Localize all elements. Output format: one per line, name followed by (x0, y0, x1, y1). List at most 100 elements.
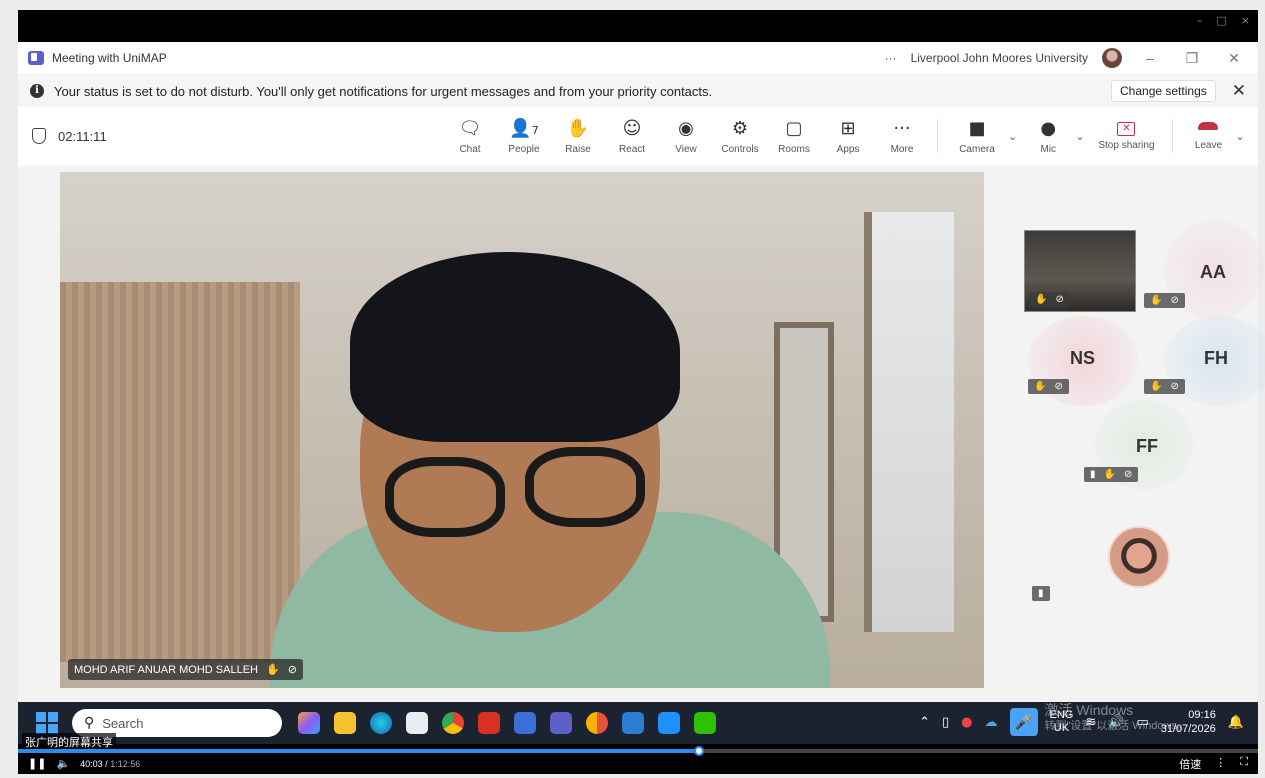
player-window-controls: – □ × (1197, 14, 1250, 27)
more-icon: ··· (893, 117, 911, 139)
background-curtain (60, 282, 300, 662)
notification-bell-icon[interactable]: 🔔 (1228, 715, 1244, 730)
windows-start-icon[interactable] (36, 712, 58, 734)
chart-app-icon[interactable] (586, 712, 608, 734)
edge-icon[interactable] (370, 712, 392, 734)
windows-taskbar: ⚲ Search 激活 Windows 转到"设置"以激活 Windows。 ⌃… (18, 702, 1258, 744)
teams-titlebar: Meeting with UniMAP ··· Liverpool John M… (18, 42, 1258, 75)
wifi-icon[interactable]: ≋ (1085, 715, 1096, 730)
copilot-icon[interactable] (298, 712, 320, 734)
speaker-name: MOHD ARIF ANUAR MOHD SALLEH (74, 663, 258, 676)
volume-icon[interactable]: 🔈 (56, 757, 70, 770)
people-icon: 👤7 (509, 117, 539, 139)
view-button[interactable]: ◉ View (659, 107, 713, 165)
titlebar-right: ··· Liverpool John Moores University – ❐… (885, 48, 1248, 68)
participant-tile-aa[interactable]: AA ✋ ⊘ (1144, 220, 1264, 320)
people-button[interactable]: 👤7 People (497, 107, 551, 165)
apps-button[interactable]: ⊞ Apps (821, 107, 875, 165)
view-icon: ◉ (678, 117, 694, 139)
mic-options-chevron-icon[interactable]: ⌄ (1075, 130, 1084, 143)
controls-icon: ⚙ (731, 117, 749, 139)
rooms-button[interactable]: ▢ Rooms (767, 107, 821, 165)
raise-hand-button[interactable]: ✋ Raise (551, 107, 605, 165)
app-icon[interactable] (514, 712, 536, 734)
stop-sharing-button[interactable]: ✕ Stop sharing (1088, 107, 1164, 165)
teams-icon[interactable] (550, 712, 572, 734)
playback-time: 40:03 / 1:12:56 (80, 758, 141, 769)
usb-icon[interactable]: ▯ (942, 715, 949, 730)
mic-muted-icon: ⊘ (1170, 381, 1179, 392)
file-explorer-icon[interactable] (334, 712, 356, 734)
hand-icon: ✋ (1035, 294, 1048, 305)
participant-photo-avatar[interactable] (1108, 526, 1170, 588)
mic-tray-icon[interactable]: 🎤 (1009, 708, 1038, 736)
mic-button[interactable]: ● Mic (1021, 107, 1075, 165)
acrobat-icon[interactable] (478, 712, 500, 734)
hand-icon: ✋ (1034, 381, 1047, 392)
meeting-stage: MOHD ARIF ANUAR MOHD SALLEH ✋ ⊘ ✋ ⊘ AA ✋… (18, 166, 1265, 702)
participant-initials: NS (1070, 348, 1096, 368)
raise-hand-icon: ✋ (566, 117, 590, 139)
leave-options-chevron-icon[interactable]: ⌄ (1235, 130, 1244, 143)
info-icon: i (30, 84, 44, 98)
app-tray-icon[interactable]: ● (961, 715, 972, 730)
change-settings-button[interactable]: Change settings (1111, 80, 1216, 102)
camera-off-icon: ■ (968, 117, 986, 139)
volume-icon[interactable]: 🔊 (1108, 715, 1124, 730)
stop-sharing-icon: ✕ (1117, 121, 1136, 136)
meeting-toolbar: 02:11:11 🗨 Chat 👤7 People ✋ Raise ☺ Reac… (18, 107, 1258, 165)
speed-button[interactable]: 倍速 (1179, 756, 1201, 772)
leave-button[interactable]: Leave (1181, 107, 1235, 165)
hand-icon: ✋ (1103, 469, 1116, 480)
more-options-icon[interactable]: ··· (885, 51, 897, 65)
teams-logo-icon (28, 51, 44, 65)
profile-avatar[interactable] (1102, 48, 1122, 68)
wechat-icon[interactable] (694, 712, 716, 734)
leave-icon (1198, 121, 1219, 130)
photos-icon[interactable] (658, 712, 680, 734)
chrome-icon[interactable] (442, 712, 464, 734)
participant-tile-ns[interactable]: NS ✋ ⊘ (1028, 316, 1140, 406)
camera-button[interactable]: ■ Camera (946, 107, 1008, 165)
meeting-tools: 🗨 Chat 👤7 People ✋ Raise ☺ React ◉ View … (443, 107, 1249, 165)
language-indicator[interactable]: ENG UK (1050, 709, 1074, 735)
fullscreen-icon[interactable]: ⛶ (1240, 756, 1248, 772)
close-icon[interactable]: ✕ (1220, 50, 1248, 67)
word-icon[interactable] (622, 712, 644, 734)
speaker-name-tag: MOHD ARIF ANUAR MOHD SALLEH ✋ ⊘ (68, 659, 303, 680)
notice-close-icon[interactable]: ✕ (1232, 81, 1246, 101)
chevron-up-icon[interactable]: ⌃ (919, 715, 930, 730)
mic-muted-icon: ⊘ (1170, 295, 1179, 306)
pause-icon[interactable]: ❚❚ (28, 757, 46, 770)
player-right-controls: 倍速 ⋮ ⛶ (1179, 756, 1248, 772)
hand-icon: ✋ (1150, 381, 1163, 392)
minimize-icon[interactable]: – (1136, 50, 1164, 66)
people-count: 7 (531, 123, 539, 137)
restore-icon[interactable]: ❐ (1178, 50, 1206, 67)
more-button[interactable]: ··· More (875, 107, 929, 165)
participant-tile-fh[interactable]: FH ✋ ⊘ (1144, 316, 1265, 406)
close-button[interactable]: × (1241, 14, 1250, 27)
background-window (864, 212, 954, 632)
speaker-figure (270, 212, 830, 688)
meeting-timer: 02:11:11 (58, 128, 107, 144)
more-options-icon[interactable]: ⋮ (1215, 756, 1226, 772)
participant-tile-ff[interactable]: FF ▮ ✋ ⊘ (1084, 400, 1204, 490)
shared-screen: Meeting with UniMAP ··· Liverpool John M… (18, 42, 1265, 702)
taskbar-clock[interactable]: 09:16 31/07/2026 (1161, 708, 1216, 736)
camera-options-chevron-icon[interactable]: ⌄ (1008, 130, 1017, 143)
chat-button[interactable]: 🗨 Chat (443, 107, 497, 165)
store-icon[interactable] (406, 712, 428, 734)
org-name: Liverpool John Moores University (910, 51, 1088, 65)
onedrive-icon[interactable]: ☁ (985, 715, 998, 730)
maximize-button[interactable]: □ (1216, 14, 1226, 27)
controls-button[interactable]: ⚙ Controls (713, 107, 767, 165)
minimize-button[interactable]: – (1197, 14, 1203, 27)
react-icon: ☺ (622, 117, 642, 139)
hand-icon: ✋ (1150, 295, 1163, 306)
battery-icon[interactable]: ▭ (1136, 715, 1148, 730)
react-button[interactable]: ☺ React (605, 107, 659, 165)
player-controls: ❚❚ 🔈 40:03 / 1:12:56 倍速 ⋮ ⛶ (18, 753, 1258, 774)
participant-video-tile[interactable]: ✋ ⊘ (1024, 230, 1136, 312)
signal-icon: ▮ (1090, 469, 1096, 480)
